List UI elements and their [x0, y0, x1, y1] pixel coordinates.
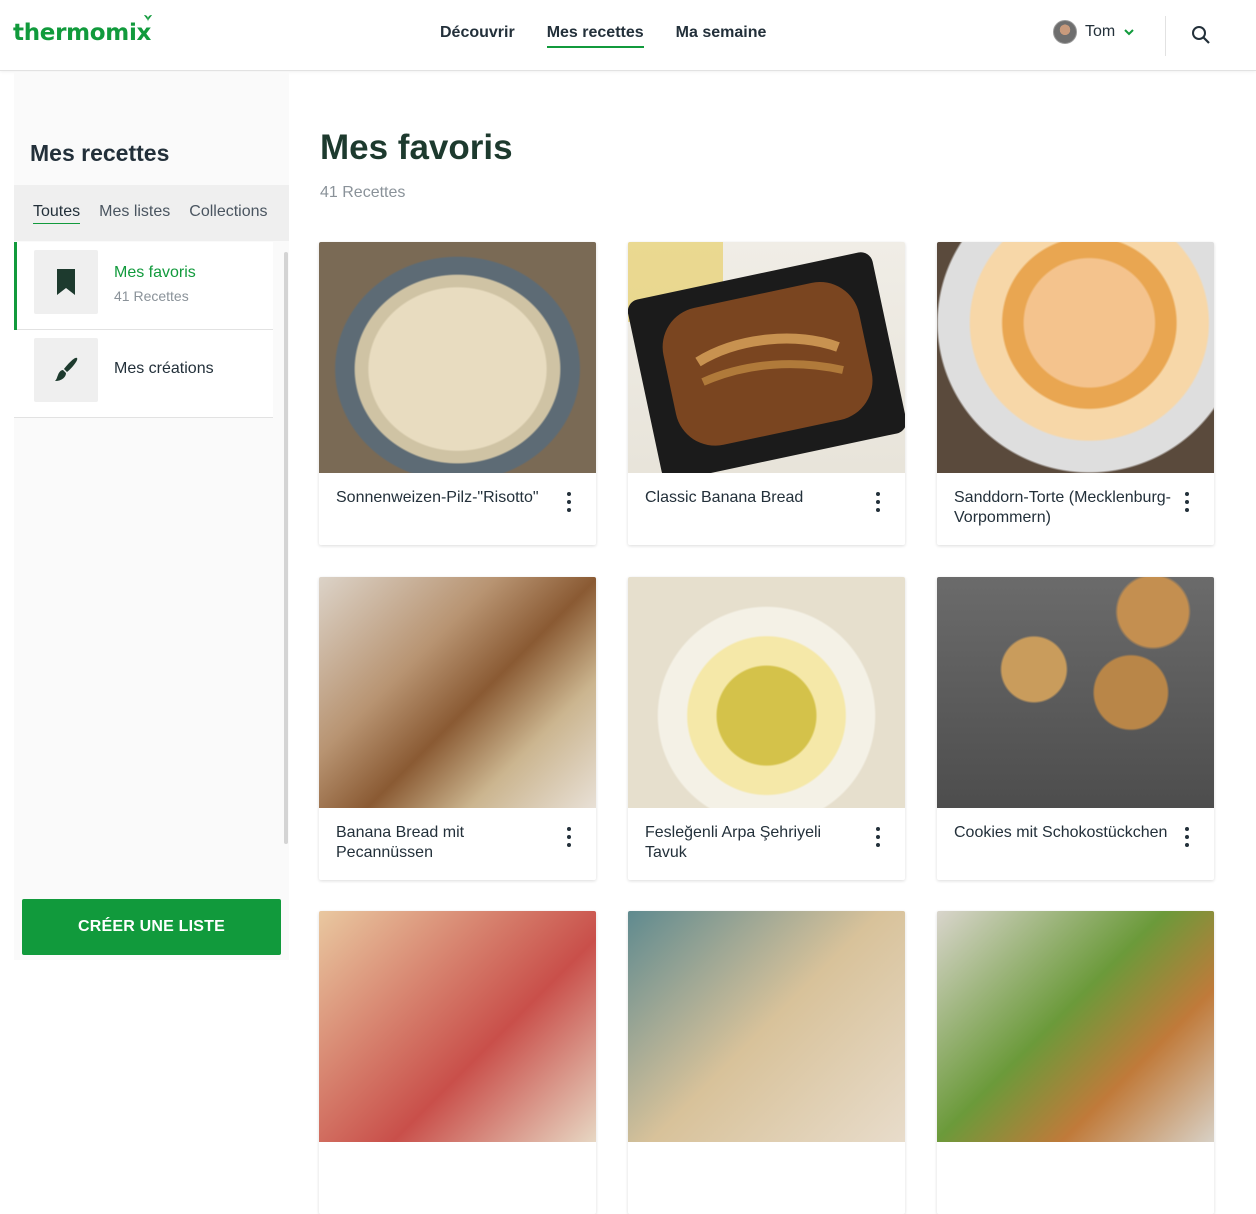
sidebar-tabs: Toutes Mes listes Collections [14, 185, 289, 241]
sidebar-item-count: 41 Recettes [114, 288, 189, 304]
sidebar-list: Mes favoris 41 Recettes Mes créations [14, 242, 273, 418]
sidebar-item-label: Mes favoris [114, 264, 196, 281]
avatar [1053, 20, 1077, 44]
sidebar-item-mes-creations[interactable]: Mes créations [14, 330, 273, 418]
recipe-card[interactable]: Banana Bread mit Pecannüssen [319, 577, 596, 880]
leaf-icon [144, 15, 153, 23]
tab-toutes[interactable]: Toutes [33, 203, 81, 224]
recipe-image[interactable] [319, 577, 596, 808]
sidebar-scrollbar[interactable] [284, 252, 288, 844]
more-options-icon[interactable] [562, 827, 576, 847]
brush-icon-tile [34, 338, 98, 402]
search-icon[interactable] [1190, 24, 1212, 46]
thermomix-logo[interactable]: thermomix [13, 15, 153, 46]
recipe-title[interactable]: Classic Banana Bread [645, 488, 865, 508]
more-options-icon[interactable] [1180, 827, 1194, 847]
main-nav: Découvrir Mes recettes Ma semaine [440, 24, 766, 48]
user-name: Tom [1085, 23, 1116, 40]
recipe-title[interactable]: Banana Bread mit Pecannüssen [336, 823, 556, 863]
sidebar: Mes recettes Toutes Mes listes Collectio… [14, 72, 289, 960]
recipe-title[interactable]: Sonnenweizen-Pilz-"Risotto" [336, 488, 556, 508]
sidebar-title: Mes recettes [30, 140, 170, 166]
recipe-title[interactable]: Sanddorn-Torte (Mecklenburg-Vorpommern) [954, 488, 1174, 528]
recipe-card[interactable] [319, 911, 596, 1214]
tab-mes-listes[interactable]: Mes listes [99, 203, 170, 223]
sidebar-item-label: Mes créations [114, 360, 214, 377]
recipe-count: 41 Recettes [320, 184, 406, 201]
recipe-title[interactable]: Cookies mit Schokostückchen [954, 823, 1174, 843]
recipe-image[interactable] [937, 577, 1214, 808]
brush-icon [55, 357, 78, 381]
recipe-image[interactable] [937, 242, 1214, 473]
recipe-card[interactable]: Fesleğenli Arpa Şehriyeli Tavuk [628, 577, 905, 880]
header-divider [1165, 16, 1166, 56]
recipe-card[interactable] [628, 911, 905, 1214]
user-menu[interactable]: Tom [1053, 20, 1135, 44]
bookmark-icon-tile [34, 250, 98, 314]
chevron-down-icon [1124, 29, 1134, 36]
recipe-image[interactable] [937, 911, 1214, 1142]
nav-decouvrir[interactable]: Découvrir [440, 24, 515, 48]
nav-mes-recettes[interactable]: Mes recettes [546, 24, 644, 48]
recipe-card[interactable]: Sanddorn-Torte (Mecklenburg-Vorpommern) [937, 242, 1214, 545]
sidebar-item-mes-favoris[interactable]: Mes favoris 41 Recettes [14, 242, 273, 330]
recipe-image[interactable] [628, 242, 905, 481]
recipe-title[interactable]: Fesleğenli Arpa Şehriyeli Tavuk [645, 823, 865, 863]
recipe-card[interactable]: Sonnenweizen-Pilz-"Risotto" [319, 242, 596, 545]
page-title: Mes favoris [320, 128, 513, 167]
recipe-image[interactable] [628, 577, 905, 808]
recipe-image[interactable] [319, 911, 596, 1142]
more-options-icon[interactable] [871, 492, 885, 512]
more-options-icon[interactable] [562, 492, 576, 512]
recipe-image[interactable] [319, 242, 596, 473]
more-options-icon[interactable] [1180, 492, 1194, 512]
more-options-icon[interactable] [871, 827, 885, 847]
nav-ma-semaine[interactable]: Ma semaine [676, 24, 767, 48]
logo-text: thermomix [13, 20, 152, 46]
recipe-image[interactable] [628, 911, 905, 1142]
top-bar: thermomix Découvrir Mes recettes Ma sema… [0, 0, 1256, 71]
recipe-card[interactable]: Classic Banana Bread [628, 242, 905, 545]
recipe-card[interactable] [937, 911, 1214, 1214]
create-list-button[interactable]: CRÉER UNE LISTE [22, 899, 281, 955]
recipe-card[interactable]: Cookies mit Schokostückchen [937, 577, 1214, 880]
bookmark-icon [57, 269, 75, 295]
banana-bread-illustration [628, 242, 905, 481]
tab-collections[interactable]: Collections [189, 203, 267, 223]
